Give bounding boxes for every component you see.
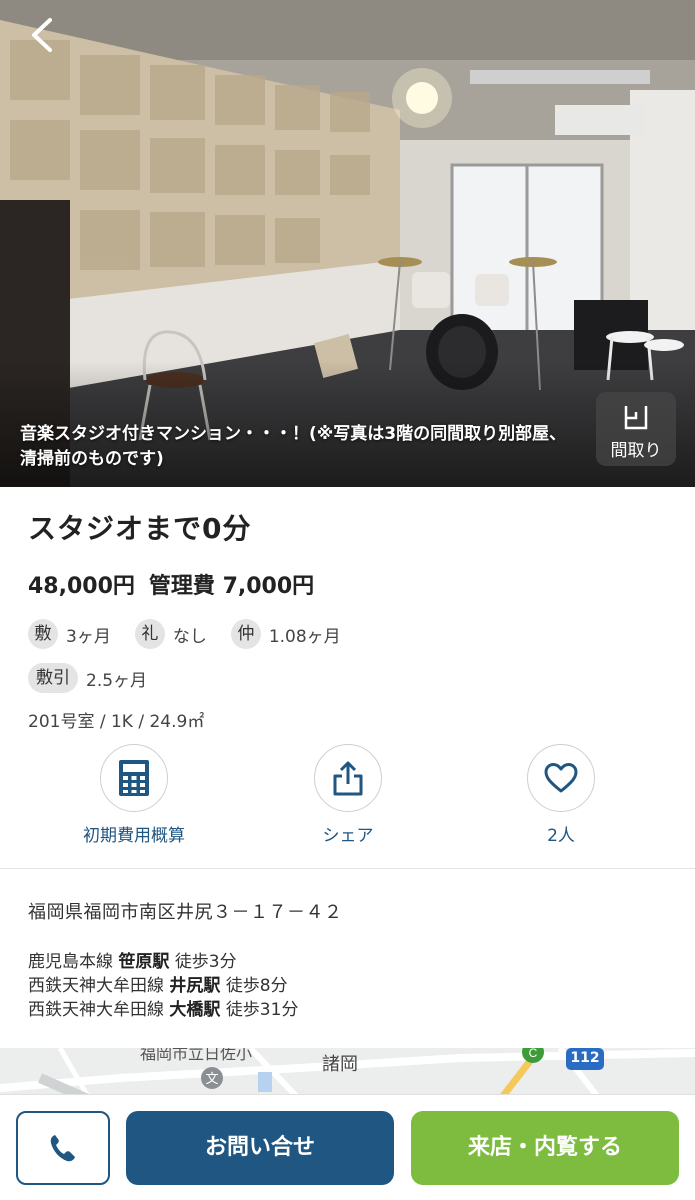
station-line: 鹿児島本線 [28,952,113,972]
station-line: 西鉄天神大牟田線 [28,1000,164,1020]
price-line: 48,000円 管理費 7,000円 [28,568,314,600]
deposit-badge: 敷 [28,619,58,649]
station-walk: 徒歩3分 [174,952,237,972]
phone-icon [50,1135,75,1162]
station-walk: 徒歩31分 [225,1000,299,1020]
phone-button[interactable] [16,1111,110,1185]
favorite-circle [527,744,595,812]
floorplan-label: 間取り [610,441,662,461]
station-list: 鹿児島本線 笹原駅 徒歩3分 西鉄天神大牟田線 井尻駅 徒歩8分 西鉄天神大牟田… [28,950,298,1022]
estimate-label: 初期費用概算 [83,826,185,846]
map[interactable]: 文 C 福岡市立日佐小 諸岡 112 [0,1048,695,1100]
share-circle [314,744,382,812]
room-info: 201号室 / 1K / 24.9㎡ [28,712,205,732]
key-money-value: なし [172,626,207,647]
heart-icon [544,763,578,793]
share-label: シェア [322,826,374,846]
estimate-circle [100,744,168,812]
visit-button[interactable]: 来店・内覧する [411,1111,679,1185]
deposit-deduction-badge: 敷引 [28,663,78,693]
deposit-deduction-value: 2.5ヶ月 [86,670,148,691]
station-name: 大橋駅 [169,1000,221,1020]
floorplan-icon [624,406,648,430]
studio-photo [0,0,695,487]
map-label-school: 福岡市立日佐小 [140,1048,253,1063]
listing-title: スタジオまで0分 [28,512,252,545]
brokerage-badge: 仲 [230,619,261,649]
management-fee: 管理費 7,000円 [148,574,315,599]
map-label-place: 諸岡 [322,1054,358,1075]
station-line: 西鉄天神大牟田線 [28,976,164,996]
calculator-icon [119,760,149,796]
hero-photo[interactable]: 音楽スタジオ付きマンション・・・！(※写真は3階の同間取り別部屋、清掃前のもので… [0,0,695,487]
deposit-deduction-row: 敷引 2.5ヶ月 [28,663,171,693]
bottom-action-bar: お問い合せ 来店・内覧する [0,1094,695,1200]
estimate-button[interactable]: 初期費用概算 [59,744,209,846]
favorite-button[interactable]: 2人 [486,744,636,846]
map-route-number: 112 [570,1050,600,1066]
station-item: 西鉄天神大牟田線 大橋駅 徒歩31分 [28,998,298,1022]
favorite-count: 2人 [547,826,575,846]
station-item: 西鉄天神大牟田線 井尻駅 徒歩8分 [28,974,298,998]
share-button[interactable]: シェア [273,744,423,846]
svg-text:C: C [529,1048,538,1060]
address: 福岡県福岡市南区井尻３－１７－４２ [28,902,343,923]
chevron-left-icon [32,18,52,52]
station-walk: 徒歩8分 [225,976,288,996]
share-icon [333,761,363,796]
floorplan-button[interactable]: 間取り [596,392,676,466]
contact-button[interactable]: お問い合せ [126,1111,394,1185]
brokerage-value: 1.08ヶ月 [268,626,341,647]
photo-caption: 音楽スタジオ付きマンション・・・！(※写真は3階の同間取り別部屋、清掃前のもので… [20,424,567,469]
key-money-badge: 礼 [134,619,165,649]
svg-text:文: 文 [205,1071,218,1086]
rent: 48,000円 [28,574,135,599]
fees-row: 敷 3ヶ月 礼 なし 仲 1.08ヶ月 [28,619,365,649]
deposit-value: 3ヶ月 [66,626,111,647]
station-name: 笹原駅 [118,952,170,972]
section-divider [0,868,695,869]
station-name: 井尻駅 [169,976,221,996]
back-button[interactable] [26,14,62,56]
station-item: 鹿児島本線 笹原駅 徒歩3分 [28,950,298,974]
